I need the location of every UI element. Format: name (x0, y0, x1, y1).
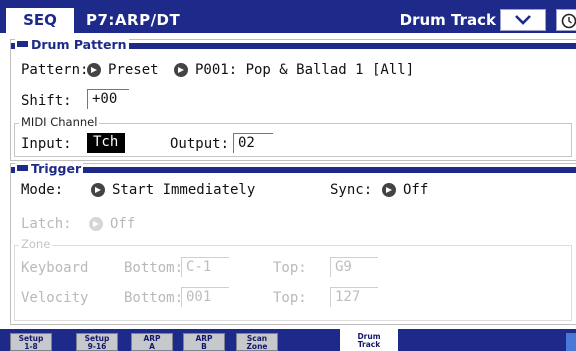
midi-output-field[interactable]: 02 (233, 133, 273, 153)
pattern-bank-popup-icon[interactable] (87, 63, 101, 77)
tab-setup-1-8[interactable]: Setup 1-8 (10, 333, 52, 351)
page-menu-button[interactable] (500, 9, 546, 31)
arrow-right-icon (386, 187, 392, 193)
trigger-header: Trigger (11, 161, 576, 176)
pattern-value[interactable]: P001: Pop & Ballad 1 [All] (195, 61, 414, 79)
tab-arp-b[interactable]: ARP B (183, 333, 225, 351)
mode-label-text: Mode: (21, 182, 64, 198)
mode-label: SEQ (6, 8, 74, 33)
page-title: P7:ARP/DT (86, 11, 181, 29)
latch-value: Off (110, 216, 136, 232)
pattern-label: Pattern: (21, 62, 89, 78)
trigger-title: Trigger (31, 161, 82, 176)
mode-value[interactable]: Start Immediately (112, 181, 255, 199)
velocity-label: Velocity (21, 290, 89, 306)
keyboard-top-label: Top: (273, 260, 307, 276)
velocity-top-label: Top: (273, 290, 307, 306)
keyboard-bottom-label: Bottom: (124, 260, 184, 276)
mode-popup-icon[interactable] (91, 183, 105, 197)
keyboard-label: Keyboard (21, 260, 89, 276)
header-bar: SEQ P7:ARP/DT Drum Track (0, 0, 576, 33)
midi-output-label: Output: (170, 136, 230, 152)
chevron-down-icon (515, 15, 531, 25)
arrow-right-icon (95, 187, 101, 193)
clock-icon (561, 13, 576, 29)
shift-label: Shift: (21, 93, 72, 109)
sync-value[interactable]: Off (403, 181, 428, 199)
arrow-right-icon (178, 67, 184, 73)
sync-label: Sync: (330, 182, 373, 198)
tab-arp-a[interactable]: ARP A (131, 333, 173, 351)
pattern-bank-value[interactable]: Preset (108, 61, 159, 79)
tab-scroll-end[interactable] (566, 333, 576, 351)
velocity-bottom-field: 001 (181, 287, 229, 307)
latch-label: Latch: (21, 216, 72, 232)
keyboard-top-field: G9 (330, 257, 378, 277)
arrow-right-icon (93, 221, 99, 227)
velocity-bottom-label: Bottom: (124, 290, 184, 306)
screen: SEQ P7:ARP/DT Drum Track Drum Pattern Pa… (0, 0, 576, 351)
keyboard-bottom-field: C-1 (181, 257, 229, 277)
zone-group: Zone (14, 237, 572, 321)
page-name: Drum Track (399, 11, 496, 29)
zone-label: Zone (19, 237, 53, 251)
tab-setup-9-16[interactable]: Setup 9-16 (76, 333, 118, 351)
midi-input-field[interactable]: Tch (87, 133, 125, 153)
drum-pattern-header: Drum Pattern (11, 37, 576, 52)
midi-channel-label: MIDI Channel (19, 115, 100, 129)
velocity-top-field: 127 (330, 287, 378, 307)
tab-drum-track[interactable]: Drum Track (340, 329, 398, 351)
utility-button[interactable] (556, 9, 576, 31)
drum-pattern-title: Drum Pattern (31, 37, 127, 52)
tab-scan-zone[interactable]: Scan Zone (236, 333, 278, 351)
shift-field[interactable]: +00 (87, 89, 129, 109)
pattern-select-popup-icon[interactable] (174, 63, 188, 77)
page-tab-bar: Setup 1-8 Setup 9-16 ARP A ARP B Scan Zone Dr… (0, 329, 576, 351)
arrow-right-icon (91, 67, 97, 73)
sync-popup-icon[interactable] (382, 183, 396, 197)
midi-input-label: Input: (21, 136, 72, 152)
latch-popup-icon (89, 217, 103, 231)
